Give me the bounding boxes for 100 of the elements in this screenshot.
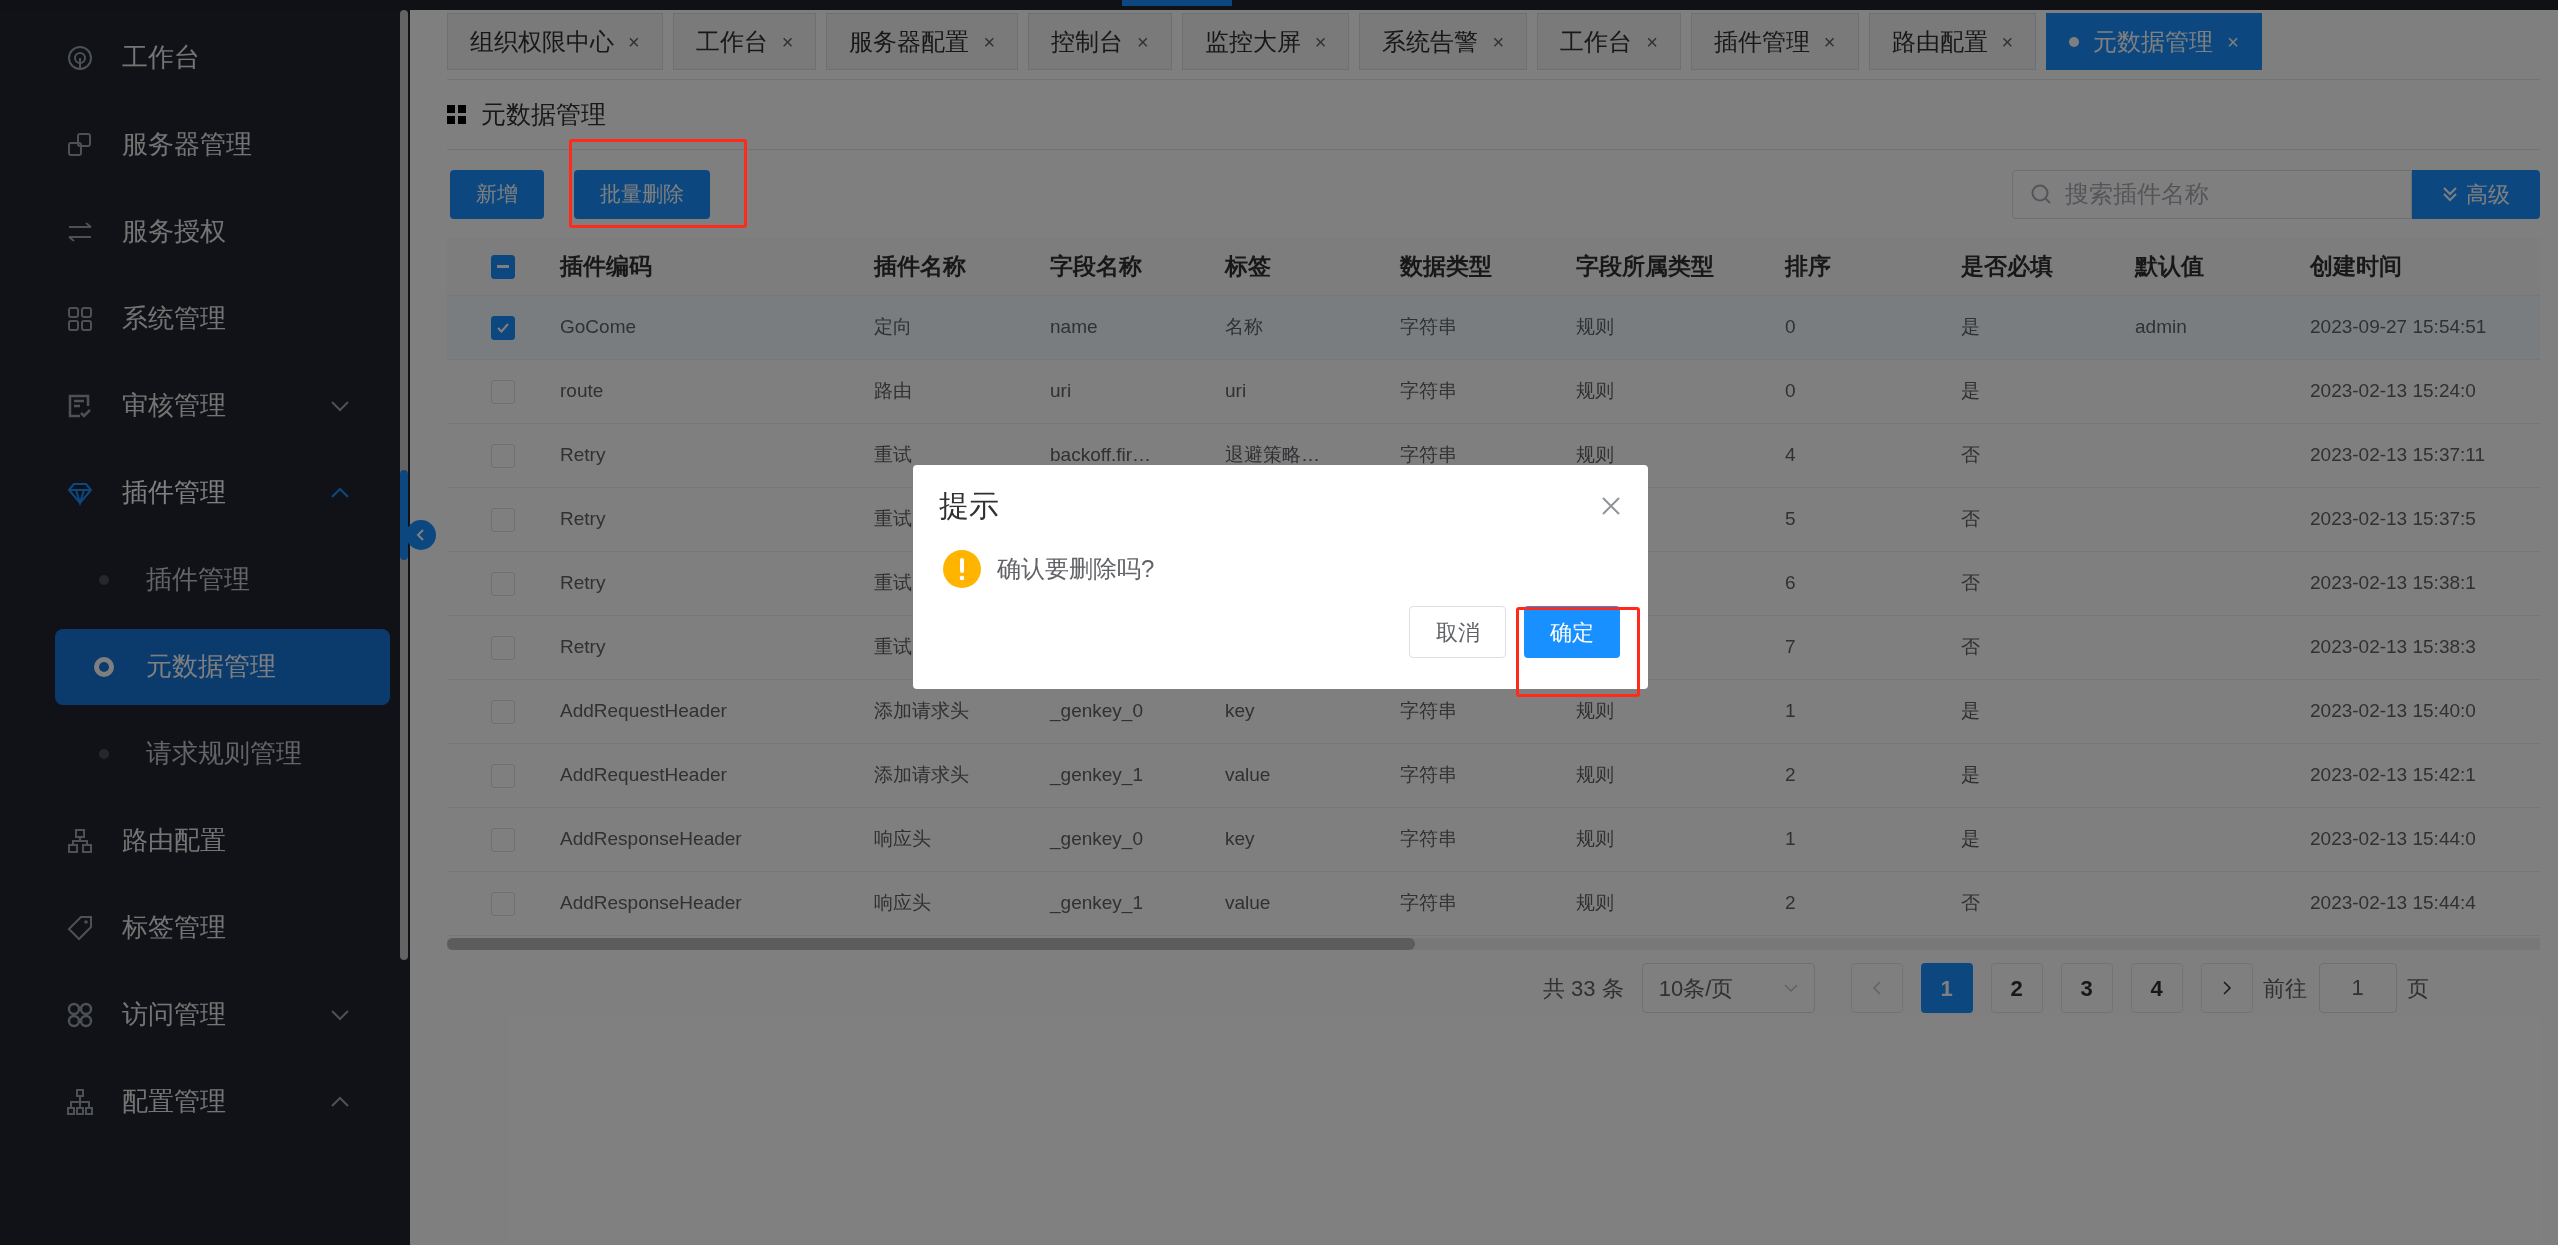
table-cell: 2023-02-13 15:44:4 <box>2310 892 2476 914</box>
submenu-item[interactable]: 请求规则管理 <box>55 715 390 792</box>
tab[interactable]: 工作台 × <box>672 13 817 70</box>
table-cell: _genkey_1 <box>1050 892 1143 914</box>
sidebar-item[interactable]: 配置管理 <box>0 1058 410 1145</box>
advanced-button[interactable]: 高级 <box>2412 169 2540 219</box>
column-header[interactable]: 是否必填 <box>1961 253 2053 280</box>
sidebar-item[interactable]: 访问管理 <box>0 971 410 1058</box>
tab[interactable]: 服务器配置 × <box>826 13 1019 70</box>
table-cell: 6 <box>1785 572 1796 594</box>
table-cell: 规则 <box>1576 828 1614 850</box>
tab[interactable]: 组织权限中心 × <box>447 13 663 70</box>
table-cell: 0 <box>1785 316 1796 338</box>
chevron-down-icon <box>1783 984 1798 992</box>
tab[interactable]: 插件管理 × <box>1690 13 1859 70</box>
table-cell: 否 <box>1961 508 1980 530</box>
previous-page-button[interactable] <box>1850 963 1903 1013</box>
table-cell: 2023-02-13 15:38:1 <box>2310 572 2476 594</box>
column-header[interactable]: 排序 <box>1785 253 1831 280</box>
table-cell: 规则 <box>1576 444 1614 466</box>
close-icon[interactable]: × <box>1823 26 1836 57</box>
table-cell: 重试 <box>874 444 912 466</box>
table-cell: _genkey_1 <box>1050 764 1143 786</box>
table-cell: 2023-02-13 15:38:3 <box>2310 636 2476 658</box>
grid-icon <box>447 104 467 125</box>
table-cell: 字符串 <box>1400 700 1457 722</box>
table-cell: _genkey_0 <box>1050 828 1143 850</box>
hierarchy-icon <box>66 826 94 855</box>
close-icon[interactable]: × <box>628 26 640 57</box>
scrollbar-handle[interactable] <box>400 470 408 560</box>
column-header[interactable]: 插件编码 <box>560 253 652 280</box>
ring-icon <box>94 656 114 677</box>
table-cell: 4 <box>1785 444 1796 466</box>
checkbox[interactable] <box>490 315 515 340</box>
table-cell: 添加请求头 <box>874 700 969 722</box>
total-count: 共 33 条 <box>1543 974 1624 1003</box>
table-cell: 1 <box>1785 828 1796 850</box>
tab[interactable]: 路由配置 × <box>1868 13 2037 70</box>
goto-label: 前往 <box>2262 974 2307 1003</box>
page-button[interactable]: 3 <box>2060 963 2113 1013</box>
checkbox[interactable] <box>490 254 515 279</box>
close-icon[interactable]: × <box>781 26 794 57</box>
submenu-item[interactable]: 元数据管理 <box>55 628 390 705</box>
table-cell: AddResponseHeader <box>560 828 742 850</box>
tab[interactable]: 工作台 × <box>1537 13 1681 70</box>
table-cell: 0 <box>1785 380 1796 402</box>
page-size-select[interactable]: 10条/页 <box>1641 963 1815 1013</box>
column-header[interactable]: 创建时间 <box>2310 253 2402 280</box>
table-cell: 字符串 <box>1400 892 1457 914</box>
table-cell: Retry <box>560 572 606 594</box>
close-icon[interactable]: × <box>983 26 996 57</box>
table-cell: Retry <box>560 444 606 466</box>
collapse-button[interactable] <box>406 520 436 550</box>
table-cell: 是 <box>1961 700 1980 722</box>
chevron-left-icon <box>1871 980 1882 996</box>
close-icon[interactable]: × <box>2227 26 2239 57</box>
close-button[interactable] <box>1600 494 1622 517</box>
close-icon[interactable]: × <box>2001 26 2014 57</box>
table-cell: 否 <box>1961 636 1980 658</box>
tab[interactable]: 监控大屏 × <box>1181 13 1350 70</box>
confirm-button[interactable]: 确定 <box>1524 606 1620 658</box>
table-cell: 是 <box>1961 764 1980 786</box>
add-button[interactable]: 新增 <box>450 169 544 219</box>
table-cell: 2023-02-13 15:42:1 <box>2310 764 2476 786</box>
column-header[interactable]: 数据类型 <box>1400 253 1492 280</box>
close-icon[interactable]: × <box>1646 26 1658 57</box>
table-cell: 规则 <box>1576 316 1614 338</box>
tab[interactable]: 控制台 × <box>1028 13 1172 70</box>
table-cell: 响应头 <box>874 892 931 914</box>
table-cell: 规则 <box>1576 380 1614 402</box>
horizontal-scrollbar[interactable] <box>447 938 1415 950</box>
column-header[interactable]: 默认值 <box>2135 253 2204 280</box>
close-icon[interactable]: × <box>1492 26 1505 57</box>
close-icon[interactable]: × <box>1137 26 1149 57</box>
page-input[interactable]: 1 <box>2318 963 2397 1013</box>
table-cell: 7 <box>1785 636 1796 658</box>
tab[interactable]: 系统告警 × <box>1359 13 1528 70</box>
table-cell: 字符串 <box>1400 444 1457 466</box>
page-button[interactable]: 1 <box>1920 963 1973 1013</box>
cancel-button[interactable]: 取消 <box>1409 606 1506 658</box>
table-cell: 规则 <box>1576 764 1614 786</box>
squares-icon <box>66 130 94 159</box>
column-header[interactable]: 插件名称 <box>874 253 966 280</box>
column-header[interactable]: 字段所属类型 <box>1576 253 1714 280</box>
warning-icon <box>943 550 981 588</box>
tab[interactable]: 元数据管理 × <box>2046 13 2262 70</box>
next-page-button[interactable] <box>2200 963 2253 1013</box>
page-button[interactable]: 2 <box>1990 963 2043 1013</box>
close-icon[interactable]: × <box>1314 26 1327 57</box>
batch-delete-button[interactable]: 批量删除 <box>574 169 710 219</box>
table-cell: 否 <box>1961 444 1980 466</box>
table-cell: 响应头 <box>874 828 931 850</box>
table-cell: 2023-02-13 15:37:11 <box>2310 444 2486 466</box>
table-cell: value <box>1225 764 1271 786</box>
table-cell: 2023-09-27 15:54:51 <box>2310 316 2487 338</box>
submenu-item[interactable]: 插件管理 <box>55 541 390 618</box>
page-button[interactable]: 4 <box>2130 963 2183 1013</box>
column-header[interactable]: 字段名称 <box>1050 253 1142 280</box>
scrollbar[interactable] <box>400 10 408 960</box>
column-header[interactable]: 标签 <box>1225 253 1271 280</box>
